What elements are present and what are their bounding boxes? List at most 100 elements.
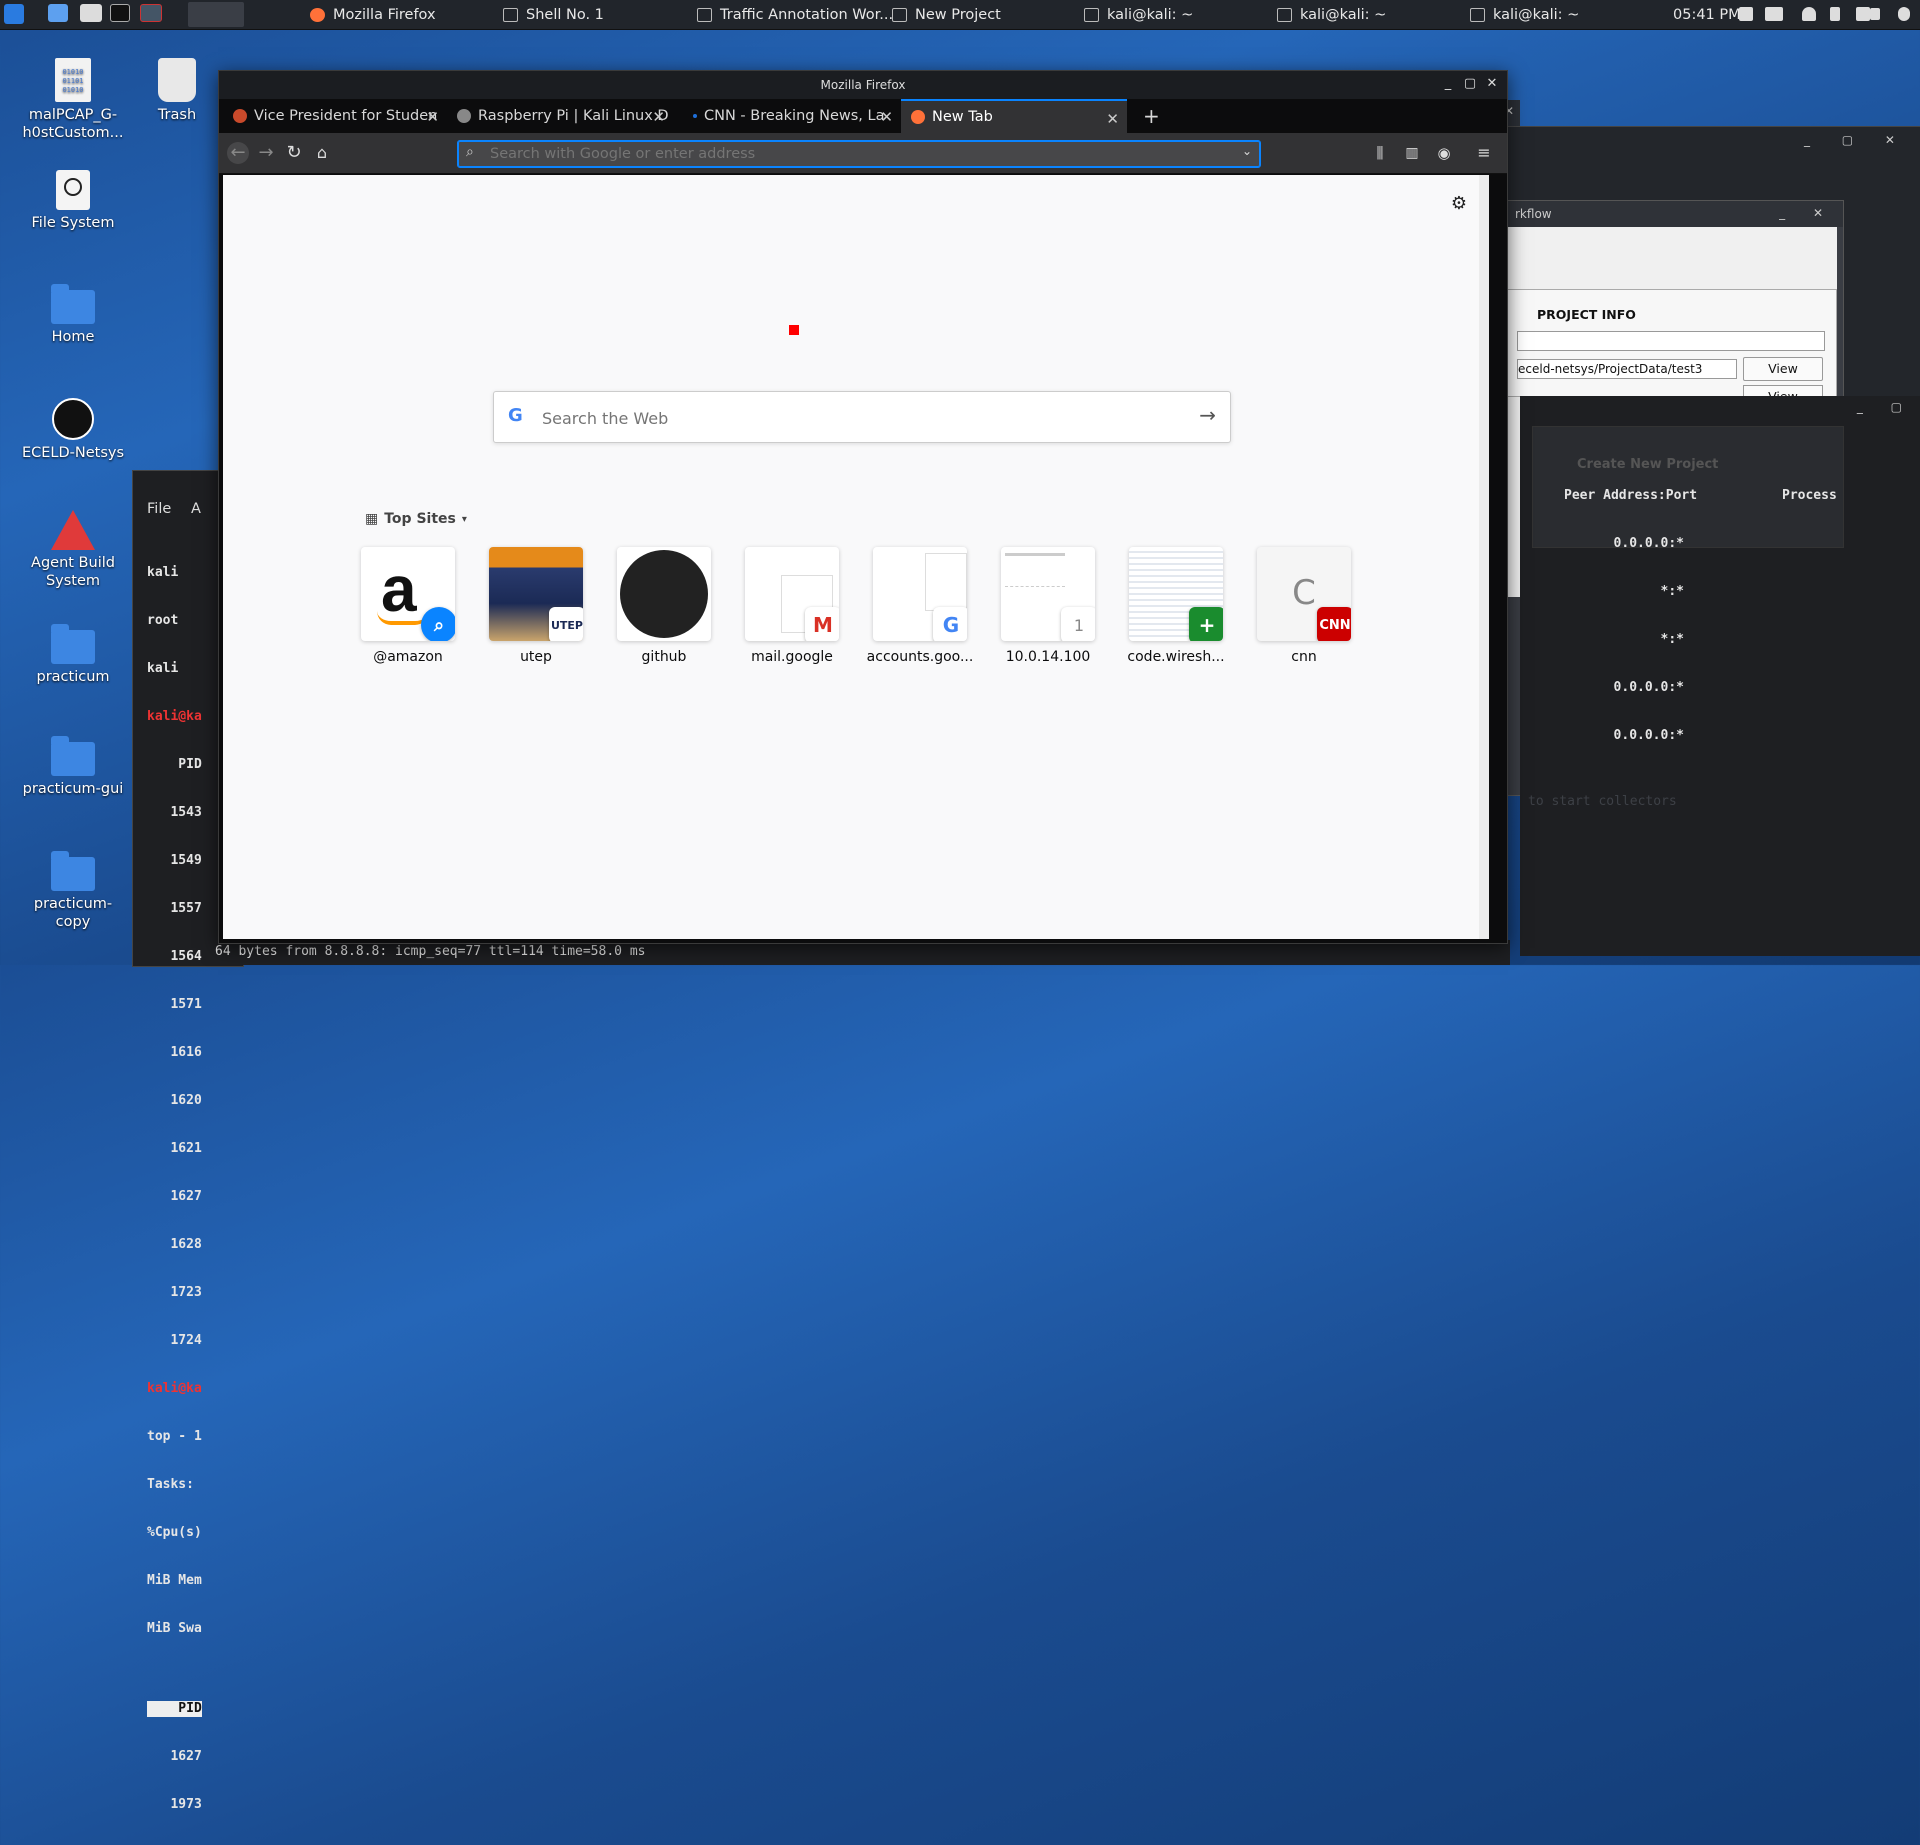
arrow-right-icon[interactable]: →: [1199, 403, 1216, 427]
top-site-code-wireshark[interactable]: + code.wiresh...: [1121, 547, 1231, 665]
url-bar[interactable]: ⌕ ⌄: [457, 140, 1261, 168]
reload-icon[interactable]: ↻: [283, 142, 305, 164]
account-icon[interactable]: ◉: [1433, 142, 1455, 164]
term-line: 1564: [147, 949, 202, 964]
project-name-input[interactable]: [1517, 331, 1825, 351]
firefox-window[interactable]: Mozilla Firefox _ ▢ ✕ Vice President for…: [218, 70, 1508, 944]
terminal-icon[interactable]: [110, 4, 130, 22]
task-new-project[interactable]: New Project: [892, 3, 1001, 26]
desktop-icon-agent-build[interactable]: Agent Build System: [18, 510, 128, 590]
desktop-icon-label: practicum-copy: [33, 896, 113, 930]
desktop-icon-practicum[interactable]: practicum: [18, 624, 128, 686]
desktop-icon-trash[interactable]: Trash: [122, 58, 232, 124]
desktop-icon-label: practicum: [36, 669, 110, 685]
forward-arrow-icon[interactable]: →: [255, 142, 277, 164]
top-site-amazon[interactable]: a ⌕ @amazon: [353, 547, 463, 665]
site-tile: a ⌕: [361, 547, 455, 641]
close-icon[interactable]: ✕: [1485, 77, 1499, 91]
top-site-github[interactable]: github: [609, 547, 719, 665]
top-site-cnn[interactable]: C CNN cnn: [1249, 547, 1359, 665]
tab-cnn[interactable]: CNN - Breaking News, La ✕: [673, 99, 901, 133]
desktop-icon-practicum-copy[interactable]: practicum-copy: [18, 851, 128, 931]
window-controls[interactable]: _ ▢: [1857, 400, 1914, 414]
term-line: 1627: [147, 1749, 202, 1764]
web-search-input[interactable]: [540, 406, 1164, 430]
scrollbar[interactable]: [1479, 175, 1489, 939]
top-site-10-0-14-100[interactable]: 1 10.0.14.100: [993, 547, 1103, 665]
menu-file[interactable]: File: [147, 501, 171, 517]
tab-label: New Tab: [932, 109, 993, 125]
task-firefox[interactable]: Mozilla Firefox: [310, 3, 436, 26]
netstat-header-process: Process: [1782, 488, 1837, 503]
file-manager-icon[interactable]: [80, 4, 102, 22]
task-terminal-3[interactable]: kali@kali: ~: [1470, 3, 1579, 26]
sidebar-icon[interactable]: ▥: [1401, 142, 1423, 164]
close-tab-icon[interactable]: ✕: [1106, 110, 1119, 128]
top-sites-header[interactable]: ▦ Top Sites ▾: [365, 511, 467, 527]
lock-icon[interactable]: [1870, 8, 1880, 20]
web-search-box[interactable]: G →: [493, 391, 1231, 443]
show-desktop-icon[interactable]: [48, 4, 68, 22]
netstat-row: 0.0.0.0:*: [1613, 728, 1684, 743]
task-terminal-1[interactable]: kali@kali: ~: [1084, 3, 1193, 26]
folder-icon: [51, 851, 95, 891]
desktop-icon-file-system[interactable]: File System: [18, 170, 128, 232]
site-tile: C CNN: [1257, 547, 1351, 641]
clock[interactable]: 05:41 PM: [1673, 3, 1741, 26]
window-controls[interactable]: _ ✕: [1779, 206, 1835, 220]
top-site-utep[interactable]: UTEP utep: [481, 547, 591, 665]
tab-raspberry-pi[interactable]: Raspberry Pi | Kali Linux D ✕: [447, 99, 673, 133]
window-controls[interactable]: _ ▢ ✕: [1804, 133, 1909, 147]
desktop-icon-practicum-gui[interactable]: practicum-gui: [18, 736, 128, 798]
terminal-icon: [1277, 7, 1292, 22]
top-site-mail-google[interactable]: M mail.google: [737, 547, 847, 665]
desktop-icon-label: Home: [51, 329, 95, 345]
term-line: 1557: [147, 901, 202, 916]
task-shell[interactable]: Shell No. 1: [503, 3, 604, 26]
network-icon[interactable]: [1765, 7, 1783, 21]
close-tab-icon[interactable]: ✕: [880, 108, 893, 126]
maximize-icon[interactable]: ▢: [1463, 77, 1477, 91]
minimize-icon[interactable]: _: [1441, 77, 1455, 91]
hamburger-menu-icon[interactable]: ≡: [1473, 142, 1495, 164]
close-tab-icon[interactable]: ✕: [426, 108, 439, 126]
term-line: kali@ka: [147, 709, 202, 724]
volume-icon[interactable]: [1856, 7, 1870, 21]
task-traffic-annotation[interactable]: Traffic Annotation Wor...: [697, 3, 893, 26]
workspace-switcher[interactable]: [188, 2, 244, 27]
chevron-down-icon[interactable]: ⌄: [1242, 144, 1252, 158]
task-label: kali@kali: ~: [1493, 6, 1580, 23]
back-arrow-icon[interactable]: ←: [227, 142, 249, 164]
library-icon[interactable]: ⫼: [1369, 142, 1391, 164]
desktop-icon-home[interactable]: Home: [18, 284, 128, 346]
kali-menu-icon[interactable]: [4, 4, 24, 24]
home-icon[interactable]: ⌂: [311, 142, 333, 164]
site-tile: 1: [1001, 547, 1095, 641]
task-terminal-2[interactable]: kali@kali: ~: [1277, 3, 1386, 26]
tab-vice-president[interactable]: Vice President for Studen ✕: [223, 99, 447, 133]
desktop-icon-label: File System: [31, 215, 115, 231]
top-site-accounts-google[interactable]: G accounts.goo...: [865, 547, 975, 665]
search-icon: ⌕: [466, 144, 474, 160]
project-path-input[interactable]: eceld-netsys/ProjectData/test3: [1517, 359, 1737, 379]
site-label: utep: [520, 649, 552, 665]
desktop-icon-pcap-file[interactable]: 01010 01101 01010 malPCAP_G-h0stCustom...: [18, 58, 128, 142]
term-line: 1621: [147, 1141, 202, 1156]
notification-bell-icon[interactable]: [1802, 7, 1816, 21]
view-button[interactable]: View: [1743, 357, 1823, 381]
power-icon[interactable]: [1898, 7, 1910, 21]
close-tab-icon[interactable]: ✕: [652, 108, 665, 126]
gear-icon[interactable]: ⚙: [1451, 193, 1467, 214]
agent-build-icon: [51, 510, 95, 550]
battery-icon[interactable]: [1830, 7, 1840, 21]
new-tab-button[interactable]: +: [1133, 99, 1167, 133]
tab-new-tab[interactable]: New Tab ✕: [901, 99, 1127, 133]
desktop-icon-eceld[interactable]: ECELD-Netsys: [18, 398, 128, 462]
site-label: 10.0.14.100: [1005, 649, 1091, 665]
menu-a[interactable]: A: [191, 501, 201, 517]
recorder-icon[interactable]: [140, 4, 162, 22]
monitor-icon[interactable]: [1739, 7, 1753, 21]
bg-terminal-netstat[interactable]: _ ▢ Create New Project Peer Address:Port…: [1520, 396, 1920, 956]
search-icon: ⌕: [421, 607, 455, 641]
url-input[interactable]: [488, 144, 1232, 164]
